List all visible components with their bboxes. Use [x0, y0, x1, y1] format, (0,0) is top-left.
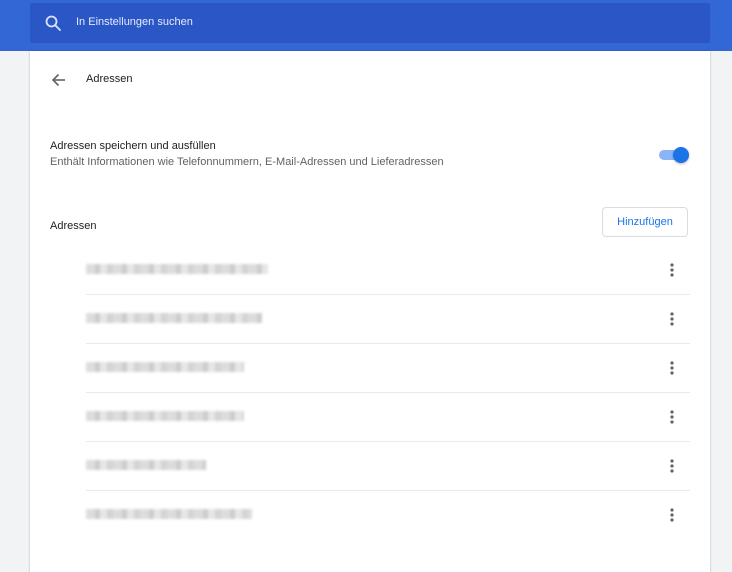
- list-item: [30, 442, 710, 491]
- address-text: [86, 411, 244, 421]
- arrow-back-icon[interactable]: [50, 71, 68, 89]
- search-input[interactable]: In Einstellungen suchen: [76, 16, 193, 28]
- save-addresses-toggle[interactable]: [659, 146, 691, 164]
- list-item: [30, 393, 710, 442]
- more-vert-icon[interactable]: [662, 505, 682, 525]
- search-icon[interactable]: [44, 14, 62, 32]
- more-vert-icon[interactable]: [662, 260, 682, 280]
- list-item: [30, 295, 710, 344]
- address-text: [86, 264, 268, 274]
- search-field[interactable]: In Einstellungen suchen: [30, 3, 710, 43]
- toggle-knob[interactable]: [673, 147, 689, 163]
- top-toolbar: In Einstellungen suchen: [0, 0, 732, 51]
- address-text: [86, 313, 262, 323]
- more-vert-icon[interactable]: [662, 456, 682, 476]
- addresses-card: Adressen Adressen speichern und ausfülle…: [30, 51, 710, 572]
- address-text: [86, 460, 206, 470]
- addresses-section-label: Adressen: [50, 220, 97, 232]
- list-item: [30, 491, 710, 540]
- page-title: Adressen: [86, 73, 133, 85]
- address-text: [86, 509, 252, 519]
- more-vert-icon[interactable]: [662, 309, 682, 329]
- setting-description: Enthält Informationen wie Telefonnummern…: [50, 156, 444, 168]
- more-vert-icon[interactable]: [662, 358, 682, 378]
- add-address-button[interactable]: Hinzufügen: [602, 207, 688, 237]
- list-item: [30, 344, 710, 393]
- list-item: [30, 246, 710, 295]
- address-text: [86, 362, 244, 372]
- more-vert-icon[interactable]: [662, 407, 682, 427]
- setting-title: Adressen speichern und ausfüllen: [50, 140, 216, 152]
- address-list: [30, 246, 710, 540]
